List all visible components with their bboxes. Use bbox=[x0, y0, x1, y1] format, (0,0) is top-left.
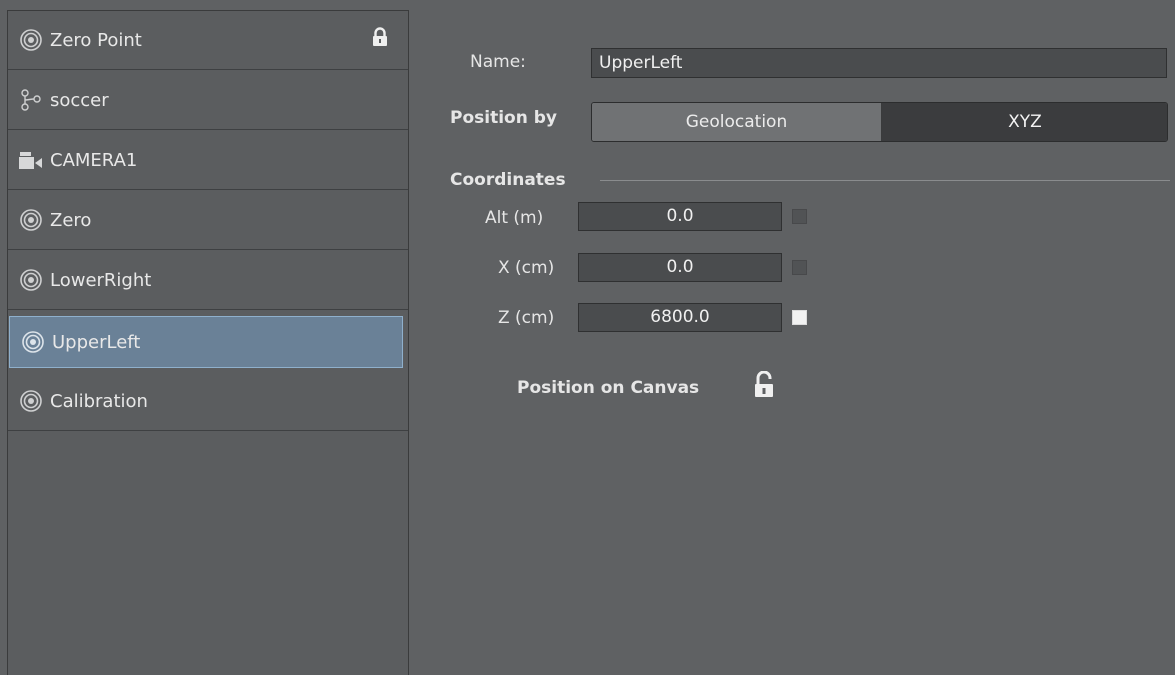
tree-item-label: Zero bbox=[50, 209, 92, 231]
unlocked-padlock-icon[interactable] bbox=[753, 370, 775, 403]
target-icon bbox=[18, 388, 44, 414]
tree-item-zero-point[interactable]: Zero Point bbox=[8, 11, 408, 70]
tree-item-lowerright[interactable]: LowerRight bbox=[8, 251, 408, 310]
tree-item-label: LowerRight bbox=[50, 269, 152, 291]
camera-icon bbox=[18, 147, 44, 173]
z-checkbox[interactable] bbox=[792, 310, 807, 325]
target-icon bbox=[18, 267, 44, 293]
alt-input[interactable]: 0.0 bbox=[578, 202, 782, 231]
coordinates-divider bbox=[600, 180, 1170, 181]
tree-item-zero[interactable]: Zero bbox=[8, 191, 408, 250]
tree-item-camera1[interactable]: CAMERA1 bbox=[8, 131, 408, 190]
z-input[interactable]: 6800.0 bbox=[578, 303, 782, 332]
lock-icon[interactable] bbox=[372, 27, 388, 52]
tree-item-label: Calibration bbox=[50, 390, 148, 412]
branch-icon bbox=[18, 87, 44, 113]
x-checkbox[interactable] bbox=[792, 260, 807, 275]
target-icon bbox=[20, 329, 46, 355]
name-input[interactable]: UpperLeft bbox=[591, 48, 1167, 78]
scene-tree-panel: Zero Point soccer CAMERA1 Zero LowerRigh… bbox=[7, 10, 409, 675]
xyz-option[interactable]: XYZ bbox=[882, 103, 1167, 141]
alt-label: Alt (m) bbox=[485, 208, 544, 228]
position-by-toggle: Geolocation XYZ bbox=[591, 102, 1168, 142]
tree-item-calibration[interactable]: Calibration bbox=[8, 372, 408, 431]
geolocation-option[interactable]: Geolocation bbox=[592, 103, 882, 141]
tree-item-label: Zero Point bbox=[50, 29, 142, 51]
z-label: Z (cm) bbox=[498, 308, 555, 328]
position-on-canvas-label: Position on Canvas bbox=[517, 378, 700, 398]
position-by-label: Position by bbox=[450, 108, 557, 128]
x-label: X (cm) bbox=[498, 258, 555, 278]
properties-panel: Name: UpperLeft Position by Geolocation … bbox=[410, 0, 1175, 675]
tree-item-label: UpperLeft bbox=[52, 331, 141, 353]
tree-item-label: CAMERA1 bbox=[50, 149, 138, 171]
target-icon bbox=[18, 207, 44, 233]
coordinates-heading: Coordinates bbox=[450, 170, 566, 190]
tree-item-label: soccer bbox=[50, 89, 109, 111]
target-icon bbox=[18, 27, 44, 53]
name-label: Name: bbox=[470, 52, 526, 72]
alt-checkbox[interactable] bbox=[792, 209, 807, 224]
tree-item-soccer[interactable]: soccer bbox=[8, 71, 408, 130]
x-input[interactable]: 0.0 bbox=[578, 253, 782, 282]
tree-item-upperleft[interactable]: UpperLeft bbox=[9, 316, 403, 368]
